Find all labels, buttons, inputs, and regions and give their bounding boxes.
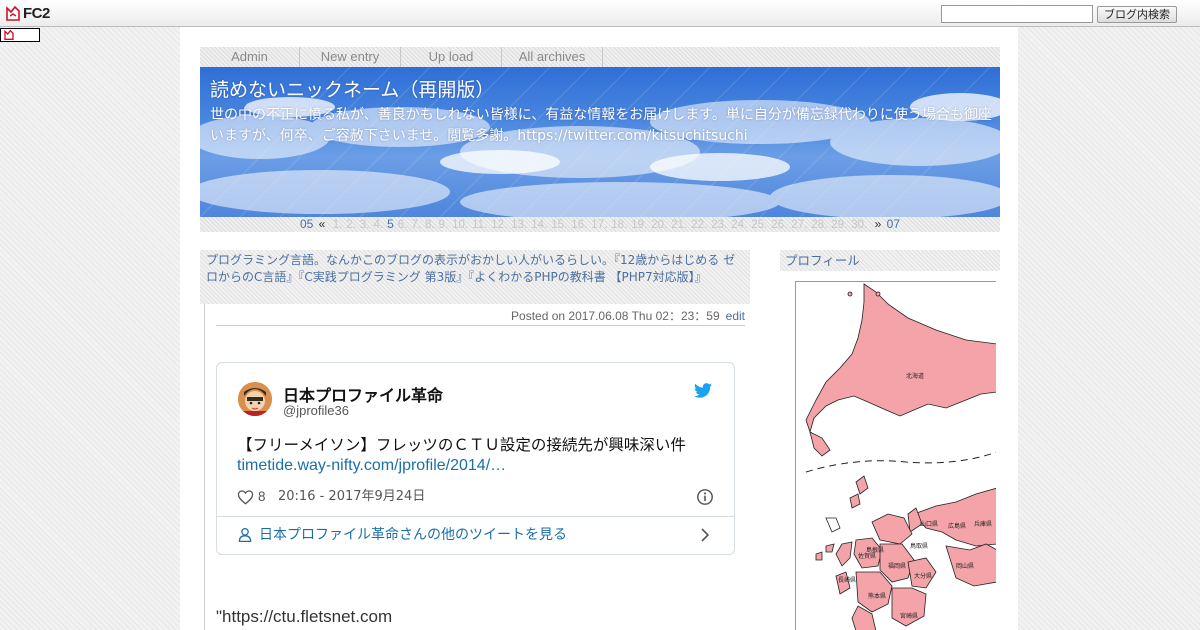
- day-link[interactable]: 15.: [551, 219, 567, 231]
- posted-on-line: Posted on 2017.06.08 Thu 02：23：59 edit: [216, 309, 745, 326]
- tweet-link[interactable]: timetide.way-nifty.com/jprofile/2014/…: [237, 457, 506, 475]
- day-link[interactable]: 16.: [571, 219, 587, 231]
- fc2-header-bar: FC2 ブログ内検索: [0, 0, 1200, 27]
- map-label-fukuoka: 福岡県: [888, 562, 906, 570]
- blog-description: 世の中の不正に憤る私が、善良かもしれない皆様に、有益な情報をお届けします。単に自…: [210, 107, 992, 144]
- map-label-nagasaki: 長崎県: [838, 576, 856, 584]
- like-count: 8: [258, 489, 266, 504]
- profile-map-image: 北海道 島根県 鳥取県 岡山県 兵庫県 山口県 広島県 福岡県 大分県 宮崎県 …: [795, 281, 996, 630]
- fc2-mini-fox-icon: [4, 30, 14, 40]
- prev-month-link[interactable]: 05: [300, 217, 313, 231]
- date-navigation: 05 « 1. 2. 3. 4. 5 6. 7. 8. 9. 10. 11. 12. 13. 14. 15.…: [200, 217, 1000, 232]
- day-link[interactable]: 30.: [851, 219, 867, 231]
- blog-title[interactable]: 読めないニックネーム（再開版）: [210, 75, 494, 102]
- day-link[interactable]: 14.: [531, 219, 547, 231]
- mini-banner[interactable]: [0, 28, 40, 42]
- day-links: 1. 2. 3. 4. 5 6. 7. 8. 9. 10. 11. 12. 13. 14. 15. 16. 17…: [331, 217, 870, 231]
- tweet-divider: [217, 516, 734, 517]
- nav-all-archives-link[interactable]: All archives: [502, 47, 603, 67]
- fc2-logo[interactable]: FC2: [6, 5, 50, 22]
- map-label-miyazaki: 宮崎県: [900, 612, 918, 620]
- map-label-kumamoto: 熊本県: [868, 592, 886, 600]
- day-link[interactable]: 20.: [651, 219, 667, 231]
- page-container: Admin New entry Up load All archives 読めな…: [180, 27, 1018, 630]
- avatar-image: [238, 382, 272, 416]
- posted-date: Posted on 2017.06.08 Thu 02：23：59: [511, 309, 720, 323]
- day-link[interactable]: 8.: [425, 219, 435, 231]
- day-link[interactable]: 28.: [811, 219, 827, 231]
- map-label-hyogo: 兵庫県: [974, 520, 992, 528]
- day-link[interactable]: 5: [387, 217, 394, 231]
- map-label-oita: 大分県: [914, 572, 932, 580]
- nav-new-entry-link[interactable]: New entry: [300, 47, 401, 67]
- blog-search-input[interactable]: [941, 5, 1093, 23]
- day-link[interactable]: 9.: [439, 219, 449, 231]
- embedded-tweet[interactable]: 日本プロファイル革命 @jprofile36 【フリーメイソン】フレッツのＣＴＵ…: [216, 362, 735, 555]
- day-link[interactable]: 19.: [631, 219, 647, 231]
- day-link[interactable]: 2.: [346, 219, 356, 231]
- more-tweets-label: 日本プロファイル革命さんの他のツイートを見る: [259, 527, 567, 543]
- japan-map-image: 北海道 島根県 鳥取県 岡山県 兵庫県 山口県 広島県 福岡県 大分県 宮崎県 …: [805, 283, 996, 630]
- heart-icon[interactable]: [237, 489, 254, 505]
- day-link[interactable]: 22.: [691, 219, 707, 231]
- day-link[interactable]: 18.: [611, 219, 627, 231]
- day-link[interactable]: 24.: [731, 219, 747, 231]
- day-link[interactable]: 21.: [671, 219, 687, 231]
- day-link[interactable]: 25.: [751, 219, 767, 231]
- map-label-tottori: 鳥取県: [910, 542, 928, 550]
- day-link[interactable]: 6.: [398, 219, 408, 231]
- admin-nav: Admin New entry Up load All archives: [200, 47, 1000, 67]
- day-link[interactable]: 23.: [711, 219, 727, 231]
- day-link[interactable]: 29.: [831, 219, 847, 231]
- tweet-meta: 8 20:16 - 2017年9月24日: [237, 488, 715, 506]
- prev-arrow: «: [318, 217, 326, 231]
- tweet-datetime[interactable]: 20:16 - 2017年9月24日: [278, 488, 425, 506]
- entry-body-text: "https://ctu.fletsnet.com: [216, 607, 393, 626]
- day-link[interactable]: 1.: [333, 219, 343, 231]
- day-link[interactable]: 10.: [452, 219, 468, 231]
- tweet-author-handle[interactable]: @jprofile36: [283, 403, 349, 418]
- day-link[interactable]: 26.: [771, 219, 787, 231]
- tweet-text: 【フリーメイソン】フレッツのＣＴＵ設定の接続先が興味深い件: [237, 436, 686, 454]
- day-link[interactable]: 13.: [511, 219, 527, 231]
- day-link[interactable]: 12.: [491, 219, 507, 231]
- chevron-right-icon: [701, 528, 710, 542]
- map-label-saga: 佐賀県: [858, 552, 876, 560]
- blog-header-banner: 読めないニックネーム（再開版） 世の中の不正に憤る私が、善良かもしれない皆様に、…: [200, 67, 1000, 217]
- profile-heading: プロフィール: [780, 250, 1000, 271]
- next-arrow: »: [874, 217, 882, 231]
- day-link[interactable]: 7.: [411, 219, 421, 231]
- day-link[interactable]: 11.: [472, 219, 487, 231]
- entry-title[interactable]: プログラミング言語。なんかこのブログの表示がおかしい人がいるらしい。『12歳から…: [200, 250, 750, 304]
- twitter-bird-icon[interactable]: [694, 383, 712, 398]
- avatar[interactable]: [238, 382, 272, 416]
- map-label-hokkaido: 北海道: [906, 372, 924, 380]
- day-link[interactable]: 3.: [360, 219, 370, 231]
- map-label-yamaguchi: 山口県: [920, 520, 938, 528]
- info-icon[interactable]: [696, 488, 714, 506]
- next-month-link[interactable]: 07: [887, 217, 900, 231]
- fc2-logo-text: FC2: [23, 5, 50, 22]
- more-tweets-link[interactable]: 日本プロファイル革命さんの他のツイートを見る: [237, 525, 715, 545]
- map-label-okayama: 岡山県: [956, 562, 974, 570]
- day-link[interactable]: 27.: [791, 219, 807, 231]
- fc2-fox-icon: [6, 6, 20, 21]
- nav-admin-link[interactable]: Admin: [200, 47, 300, 67]
- day-link[interactable]: 4.: [373, 219, 383, 231]
- person-icon: [238, 527, 252, 543]
- day-link[interactable]: 17.: [591, 219, 607, 231]
- edit-link[interactable]: edit: [726, 309, 745, 323]
- entry-left-rule: [204, 304, 205, 630]
- blog-search-button[interactable]: ブログ内検索: [1097, 6, 1177, 23]
- map-label-hiroshima: 広島県: [948, 522, 966, 530]
- nav-upload-link[interactable]: Up load: [401, 47, 502, 67]
